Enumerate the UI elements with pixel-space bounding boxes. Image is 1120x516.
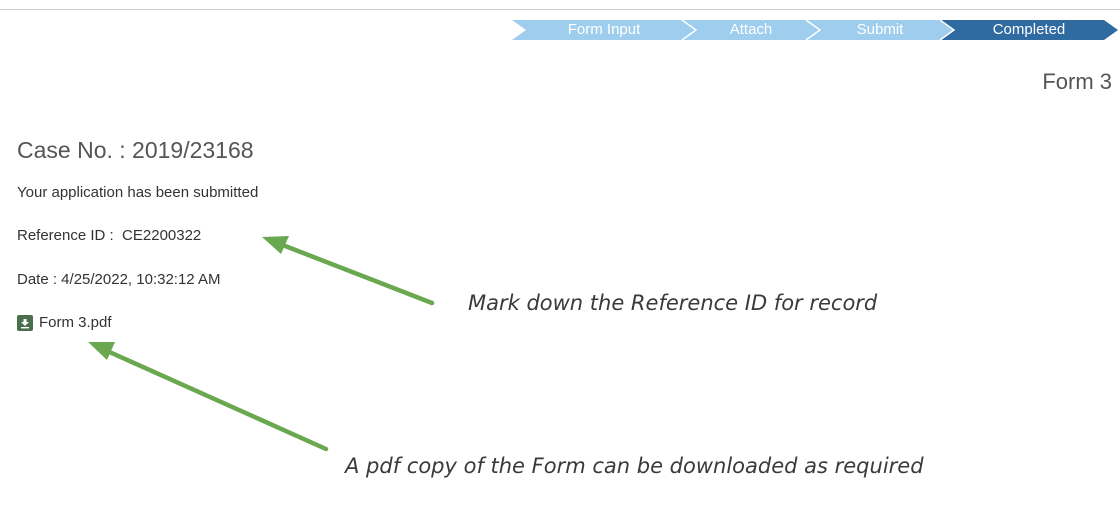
download-icon[interactable] (17, 314, 33, 331)
submission-message: Your application has been submitted (17, 184, 259, 201)
form-name-heading: Form 3 (1042, 69, 1112, 94)
reference-id-annotation: Mark down the Reference ID for record (468, 291, 878, 315)
step-completed-label: Completed (992, 21, 1066, 38)
step-form-input-label: Form Input (567, 21, 641, 38)
pdf-download-link[interactable]: Form 3.pdf (39, 314, 112, 331)
arrow-to-reference-id (262, 236, 435, 306)
step-submit-label: Submit (856, 21, 904, 38)
reference-id: Reference ID : CE2200322 (17, 227, 202, 244)
submission-date: Date : 4/25/2022, 10:32:12 AM (17, 271, 221, 288)
progress-steps: Form Input Attach Submit Completed (0, 0, 1120, 60)
pdf-annotation: A pdf copy of the Form can be downloaded… (345, 454, 924, 478)
annotation-arrows (88, 236, 435, 452)
arrow-to-pdf-link (88, 342, 329, 452)
case-number: Case No. : 2019/23168 (17, 137, 254, 163)
step-attach-label: Attach (729, 21, 773, 38)
pdf-download[interactable]: Form 3.pdf (17, 314, 112, 331)
